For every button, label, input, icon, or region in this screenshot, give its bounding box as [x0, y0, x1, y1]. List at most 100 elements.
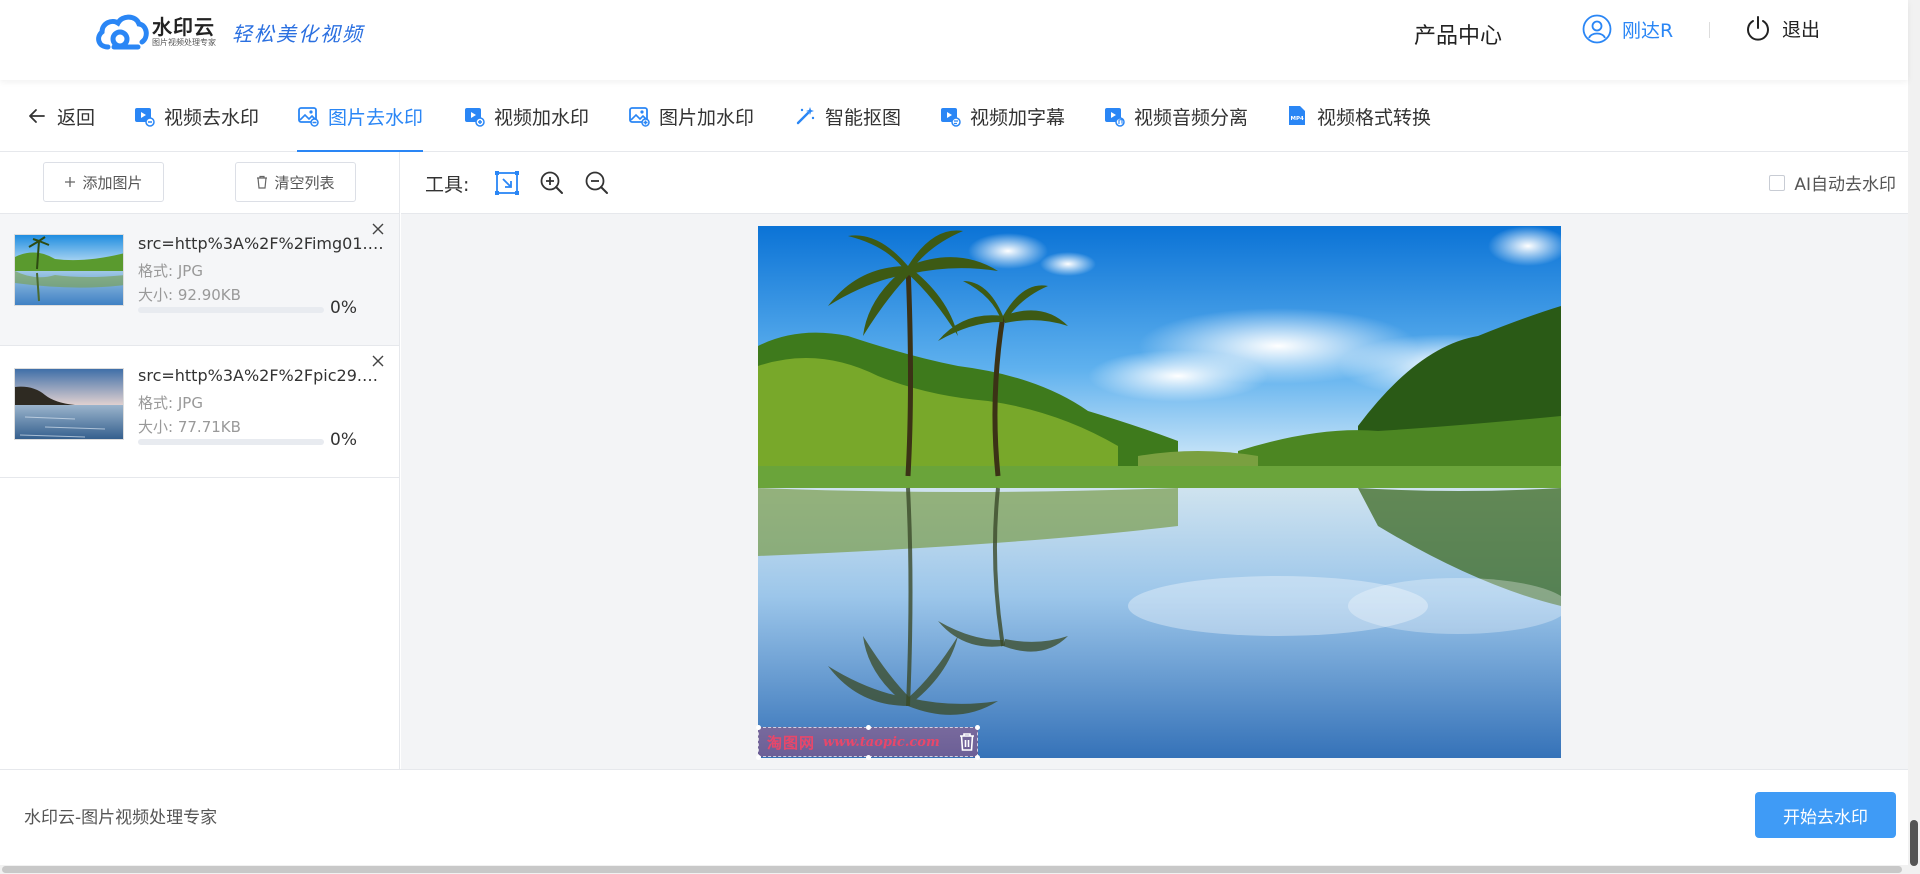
- tools-bar: 工具: AI自动去水印: [401, 152, 1908, 214]
- tab-label: 图片加水印: [659, 106, 755, 129]
- video-remove-icon: [133, 105, 155, 127]
- file-size-key: 大小:: [138, 286, 174, 304]
- footer: 水印云-图片视频处理专家 开始去水印: [0, 769, 1908, 867]
- resize-handle[interactable]: [975, 755, 980, 760]
- close-icon: [372, 355, 384, 367]
- trash-icon: [960, 733, 974, 751]
- preview-image[interactable]: [758, 226, 1561, 758]
- logo-slogan: 轻松美化视频: [232, 21, 364, 46]
- file-name: src=http%3A%2F%2Fpic29.ni...: [138, 366, 388, 385]
- image-remove-icon: [297, 105, 319, 127]
- tab-smart-cutout[interactable]: 智能抠图: [794, 80, 901, 152]
- resize-handle[interactable]: [756, 755, 761, 760]
- file-progress-text: 0%: [330, 298, 357, 318]
- logo-subtitle: 图片视频处理专家: [152, 38, 216, 47]
- clear-list-button[interactable]: 清空列表: [235, 162, 356, 202]
- user-avatar-icon: [1582, 14, 1612, 44]
- user-menu[interactable]: 刚达R: [1582, 14, 1673, 44]
- file-list-item[interactable]: src=http%3A%2F%2Fpic29.ni... 格式: JPG 大小:…: [0, 346, 399, 478]
- file-format: 格式: JPG: [138, 392, 203, 413]
- file-size-value: 77.71KB: [177, 418, 241, 436]
- horizontal-scroll-thumb[interactable]: [2, 866, 1902, 873]
- arrow-left-icon: [26, 105, 48, 127]
- product-center-link[interactable]: 产品中心: [1414, 18, 1502, 50]
- zoom-out-icon: [585, 171, 608, 194]
- file-progress-bar: [138, 439, 324, 445]
- watermark-url: www.taopic.com: [823, 734, 940, 750]
- tab-label: 智能抠图: [825, 106, 902, 129]
- file-size: 大小: 92.90KB: [138, 284, 241, 305]
- image-add-icon: [628, 105, 650, 127]
- watermark-text: 淘图网: [767, 733, 816, 752]
- tools-label: 工具:: [425, 174, 470, 196]
- file-list-toolbar: 添加图片 清空列表: [0, 152, 399, 214]
- plus-icon: [64, 176, 76, 188]
- resize-handle[interactable]: [866, 755, 871, 760]
- file-thumbnail: [14, 368, 124, 440]
- file-name: src=http%3A%2F%2Fimg01.ta...: [138, 234, 388, 253]
- video-subtitle-icon: [939, 105, 961, 127]
- zoom-in-button[interactable]: [538, 169, 566, 197]
- vertical-scrollbar[interactable]: [1908, 0, 1920, 874]
- file-size: 大小: 77.71KB: [138, 416, 241, 437]
- video-audio-icon: [1103, 105, 1125, 127]
- ai-auto-remove-checkbox[interactable]: [1769, 174, 1786, 191]
- tab-image-add-watermark[interactable]: 图片加水印: [628, 80, 754, 152]
- vertical-scroll-thumb[interactable]: [1910, 820, 1918, 866]
- logo[interactable]: 水印云 图片视频处理专家 轻松美化视频: [94, 10, 364, 54]
- file-list-item[interactable]: src=http%3A%2F%2Fimg01.ta... 格式: JPG 大小:…: [0, 214, 399, 346]
- tab-video-remove-watermark[interactable]: 视频去水印: [133, 80, 259, 152]
- delete-selection-button[interactable]: [955, 730, 979, 754]
- watermark-selection[interactable]: 淘图网 www.taopic.com: [758, 727, 978, 757]
- tab-video-add-watermark[interactable]: 视频加水印: [463, 80, 589, 152]
- tab-video-audio-split[interactable]: 视频音频分离: [1103, 80, 1248, 152]
- tab-label: 视频音频分离: [1134, 106, 1249, 129]
- back-label: 返回: [57, 106, 96, 129]
- back-button[interactable]: 返回: [26, 80, 95, 152]
- file-list-panel: 添加图片 清空列表 src=http%3A%2F%2Fimg01.ta... 格…: [0, 152, 400, 769]
- file-format-value: JPG: [177, 394, 203, 412]
- resize-handle[interactable]: [866, 725, 871, 730]
- select-region-icon: [495, 171, 519, 195]
- top-header: 水印云 图片视频处理专家 轻松美化视频 产品中心 刚达R 退出: [0, 0, 1908, 80]
- file-format-value: JPG: [177, 262, 203, 280]
- select-region-button[interactable]: [493, 169, 521, 197]
- file-format-key: 格式:: [138, 262, 174, 280]
- tab-image-remove-watermark[interactable]: 图片去水印: [297, 80, 424, 152]
- video-add-icon: [463, 105, 485, 127]
- footer-brand-text: 水印云-图片视频处理专家: [24, 808, 218, 828]
- tab-label: 图片去水印: [328, 106, 424, 129]
- horizontal-scrollbar[interactable]: [0, 865, 1908, 874]
- power-icon: [1747, 16, 1769, 41]
- file-format-key: 格式:: [138, 394, 174, 412]
- clear-list-label: 清空列表: [274, 173, 335, 192]
- tab-label: 视频去水印: [164, 106, 260, 129]
- add-image-label: 添加图片: [82, 173, 143, 192]
- file-size-key: 大小:: [138, 418, 174, 436]
- logo-name: 水印云: [152, 15, 215, 39]
- tab-video-format-convert[interactable]: MP4 视频格式转换: [1286, 80, 1431, 152]
- header-divider: [1709, 22, 1710, 38]
- logout-button[interactable]: 退出: [1744, 14, 1820, 42]
- ai-auto-remove-toggle[interactable]: AI自动去水印: [1769, 170, 1896, 195]
- logout-label: 退出: [1782, 18, 1821, 41]
- resize-handle[interactable]: [756, 725, 761, 730]
- add-image-button[interactable]: 添加图片: [43, 162, 164, 202]
- svg-text:MP4: MP4: [1291, 116, 1305, 122]
- file-progress-text: 0%: [330, 430, 357, 450]
- tool-nav: 返回 视频去水印 图片去水印 视频加水印 图片加水印 智能抠图 视频加字幕 视频…: [0, 80, 1908, 152]
- mp4-icon: MP4: [1286, 105, 1308, 127]
- remove-file-button[interactable]: [368, 351, 388, 371]
- tab-label: 视频加水印: [494, 106, 590, 129]
- start-remove-watermark-button[interactable]: 开始去水印: [1755, 792, 1896, 838]
- zoom-out-button[interactable]: [583, 169, 611, 197]
- cloud-logo-icon: [96, 14, 149, 50]
- file-thumbnail: [14, 234, 124, 306]
- start-button-label: 开始去水印: [1783, 807, 1868, 828]
- trash-icon: [256, 175, 268, 189]
- ai-auto-remove-label: AI自动去水印: [1794, 175, 1896, 195]
- tab-video-subtitle[interactable]: 视频加字幕: [939, 80, 1065, 152]
- file-size-value: 92.90KB: [177, 286, 241, 304]
- close-icon: [372, 223, 384, 235]
- remove-file-button[interactable]: [368, 219, 388, 239]
